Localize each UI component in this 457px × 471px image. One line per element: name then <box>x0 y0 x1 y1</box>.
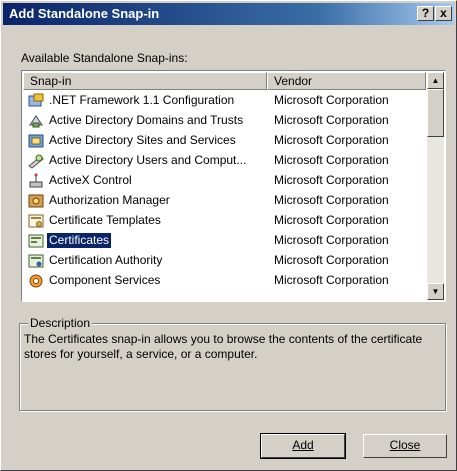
help-button[interactable]: ? <box>417 6 434 21</box>
list-item[interactable]: .NET Framework 1.1 Configuration Microsof… <box>23 91 426 111</box>
list-item[interactable]: Certificates Microsoft Corporation <box>23 231 426 251</box>
description-group: Description The Certificates snap-in all… <box>19 316 446 411</box>
scroll-up-button[interactable]: ▲ <box>427 72 444 89</box>
snapin-vendor: Microsoft Corporation <box>274 93 389 107</box>
list-item[interactable]: Active Directory Users and Comput... Micr… <box>23 151 426 171</box>
list-item[interactable]: ActiveX Control Microsoft Corporation <box>23 171 426 191</box>
ad-users-icon <box>28 153 44 169</box>
dialog-title: Add Standalone Snap-in <box>9 6 160 21</box>
snapin-vendor: Microsoft Corporation <box>274 253 389 267</box>
list-header: Snap-in Vendor <box>23 72 426 90</box>
snapin-vendor: Microsoft Corporation <box>274 153 389 167</box>
close-window-button[interactable]: x <box>435 6 452 21</box>
list-item[interactable]: Certification Authority Microsoft Corpora… <box>23 251 426 271</box>
description-legend: Description <box>28 316 93 330</box>
add-standalone-snapin-dialog: Add Standalone Snap-in ? x Available Sta… <box>0 0 457 471</box>
list-item[interactable]: Authorization Manager Microsoft Corporati… <box>23 191 426 211</box>
snapin-name: Certificates <box>45 232 113 249</box>
column-header-vendor[interactable]: Vendor <box>267 72 426 90</box>
list-item[interactable]: Component Services Microsoft Corporation <box>23 271 426 291</box>
scroll-thumb[interactable] <box>427 89 444 137</box>
available-snapins-label: Available Standalone Snap-ins: <box>21 51 188 65</box>
cert-authority-icon <box>28 253 44 269</box>
list-item[interactable]: Active Directory Domains and Trusts Micro… <box>23 111 426 131</box>
authorization-icon <box>28 193 44 209</box>
snapin-vendor: Microsoft Corporation <box>274 193 389 207</box>
close-button[interactable]: Close <box>363 434 447 458</box>
close-button-label: Close <box>389 438 421 452</box>
certificates-icon <box>28 233 44 249</box>
component-services-icon <box>28 273 44 289</box>
snapin-vendor: Microsoft Corporation <box>274 273 389 287</box>
activex-icon <box>28 173 44 189</box>
snapin-list[interactable]: Snap-in Vendor .NET Framework 1.1 Config… <box>21 70 446 302</box>
snapin-name: .NET Framework 1.1 Configuration <box>49 93 235 107</box>
column-header-snapin[interactable]: Snap-in <box>23 72 267 90</box>
snapin-name: Active Directory Sites and Services <box>49 133 236 147</box>
list-item[interactable]: Certificate Templates Microsoft Corporati… <box>23 211 426 231</box>
dotnet-icon <box>28 93 44 109</box>
snapin-name: Certificate Templates <box>49 213 161 227</box>
list-rows: .NET Framework 1.1 Configuration Microsof… <box>23 91 426 301</box>
snapin-name: Certification Authority <box>49 253 163 267</box>
ad-domains-icon <box>28 113 44 129</box>
cert-templates-icon <box>28 213 44 229</box>
ad-sites-icon <box>28 133 44 149</box>
snapin-vendor: Microsoft Corporation <box>274 113 389 127</box>
title-bar[interactable]: Add Standalone Snap-in ? x <box>3 3 454 25</box>
snapin-vendor: Microsoft Corporation <box>274 233 389 247</box>
add-button[interactable]: Add <box>260 433 346 459</box>
scroll-down-button[interactable]: ▼ <box>427 283 444 300</box>
snapin-name: Authorization Manager <box>49 193 170 207</box>
snapin-vendor: Microsoft Corporation <box>274 173 389 187</box>
snapin-name: Component Services <box>49 273 161 287</box>
description-text: The Certificates snap-in allows you to b… <box>24 332 423 361</box>
snapin-vendor: Microsoft Corporation <box>274 213 389 227</box>
list-item[interactable]: Active Directory Sites and Services Micro… <box>23 131 426 151</box>
snapin-name: Active Directory Users and Comput... <box>49 153 247 167</box>
vertical-scrollbar[interactable]: ▲ ▼ <box>427 72 444 300</box>
snapin-name: ActiveX Control <box>49 173 132 187</box>
snapin-name: Active Directory Domains and Trusts <box>49 113 244 127</box>
snapin-vendor: Microsoft Corporation <box>274 133 389 147</box>
add-button-label: Add <box>292 438 314 452</box>
